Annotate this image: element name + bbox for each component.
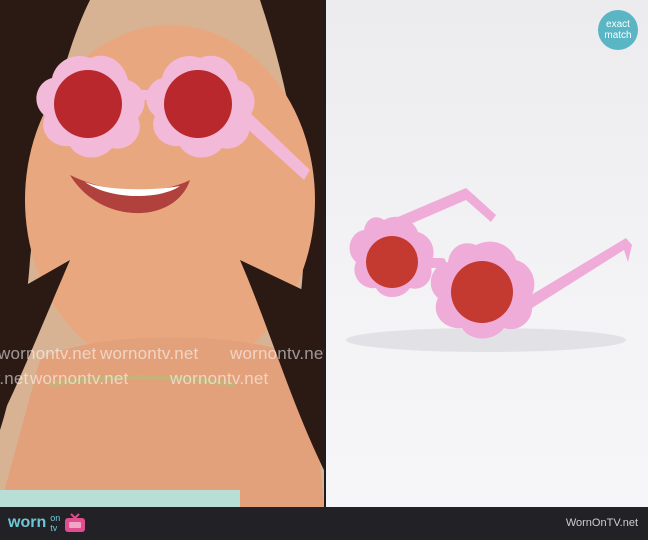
watermark: wornontv.net xyxy=(100,344,199,363)
watermark: wornontv.net xyxy=(170,369,269,388)
watermark: wornontv.net xyxy=(0,369,29,388)
product-illustration xyxy=(346,188,632,352)
exact-match-badge: exact match xyxy=(598,10,638,50)
product-photo-worn: wornontv.net wornontv.net wornontv.net w… xyxy=(0,0,324,507)
logo-tv: tv xyxy=(50,523,58,533)
logo-worn: worn xyxy=(8,514,47,531)
watermark: wornontv.net xyxy=(230,344,324,363)
watermark: wornontv.net xyxy=(0,344,97,363)
worn-photo-illustration xyxy=(0,0,324,507)
watermark: wornontv.net xyxy=(30,369,129,388)
footer-bar: worn on tv WornOnTV.net xyxy=(0,507,648,540)
site-url: WornOnTV.net xyxy=(565,517,638,529)
tv-icon xyxy=(65,513,86,532)
product-photo-item: exact match xyxy=(326,0,648,507)
logo-on: on xyxy=(50,513,61,523)
site-logo[interactable]: worn on tv xyxy=(8,513,86,533)
